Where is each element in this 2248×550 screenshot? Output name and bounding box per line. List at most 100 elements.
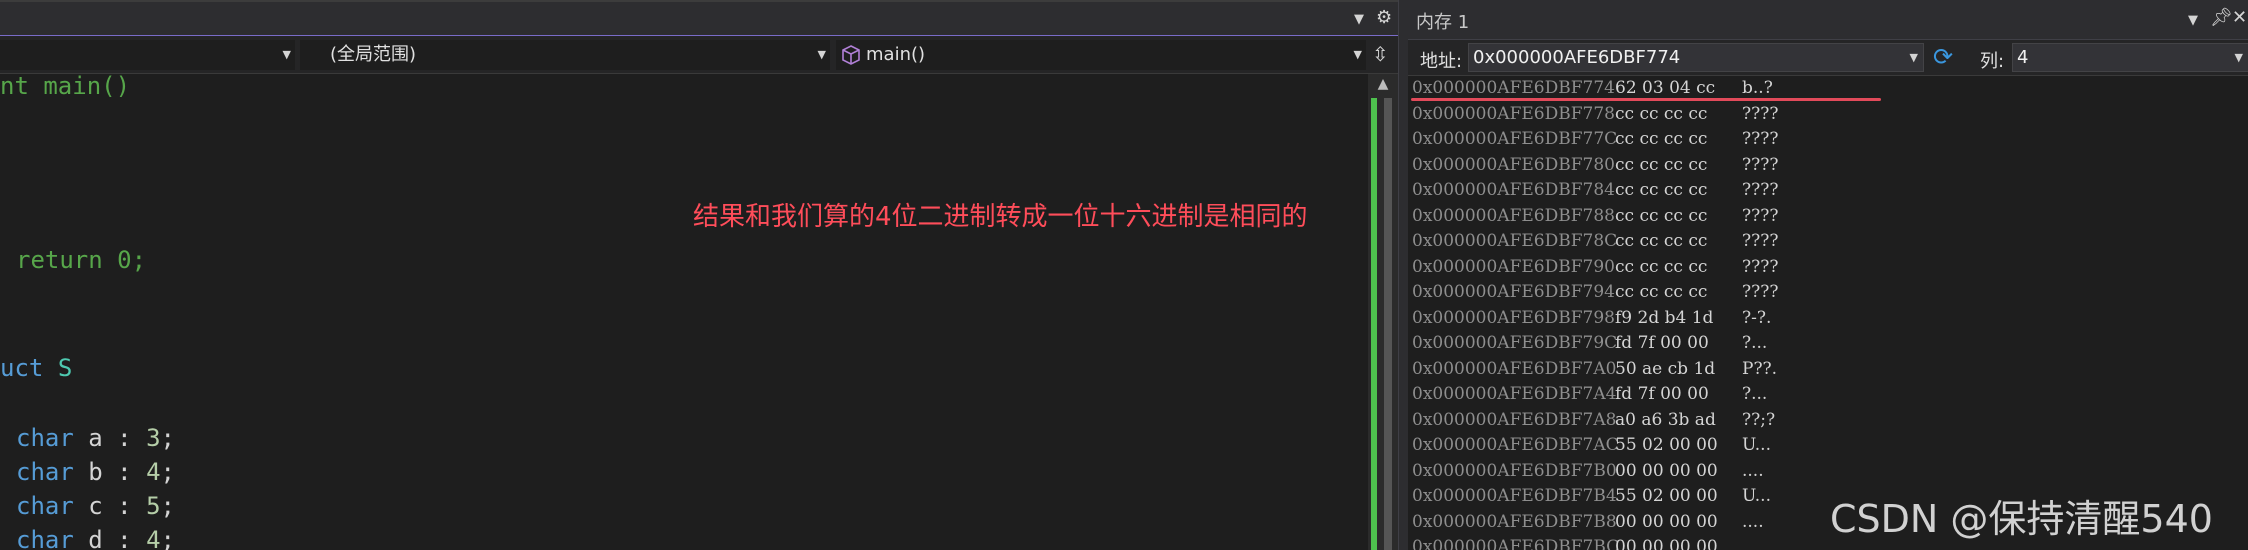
memory-bytes: 50 ae cb 1d [1615, 358, 1716, 379]
field-bits: 4 [146, 526, 161, 550]
struct-keyword: uct [0, 354, 44, 382]
code-line-main: nt main() [0, 74, 131, 100]
memory-ascii: ???? [1742, 180, 1779, 200]
memory-address: 0x000000AFE6DBF7B8 [1412, 511, 1617, 532]
memory-bytes: a0 a6 3b ad [1615, 409, 1716, 430]
memory-address: 0x000000AFE6DBF788 [1412, 205, 1615, 226]
memory-ascii: ???? [1742, 205, 1779, 226]
scope-dropdown[interactable]: (全局范围) ▼ [300, 40, 830, 70]
memory-window: 内存 1 ▼ 📌︎ ✕ 地址: 0x000000AFE6DBF774 ▼ ⟳ 列… [1408, 0, 2248, 550]
columns-label: 列: [1980, 51, 2005, 72]
memory-address: 0x000000AFE6DBF790 [1412, 256, 1615, 277]
editor-tab-bar: ▼ ⚙ [0, 0, 1398, 38]
memory-address: 0x000000AFE6DBF7AC [1412, 435, 1619, 455]
memory-ascii: ???? [1742, 154, 1779, 175]
code-line-field: char c : 5; [16, 492, 175, 520]
memory-ascii: ???? [1742, 129, 1779, 149]
code-editor-pane: ▼ ⚙ ▼ (全局范围) ▼ main() ▼ ⇳ nt main() retu… [0, 0, 1398, 550]
memory-bytes: cc cc cc cc [1615, 256, 1708, 277]
memory-bytes: f9 2d b4 1d [1615, 307, 1714, 328]
memory-rows[interactable]: 0x000000AFE6DBF774 62 03 04 cc b..? 0x00000… [1408, 76, 2248, 550]
field-type: char [16, 492, 74, 520]
field-type: char [16, 458, 74, 486]
address-combobox[interactable]: 0x000000AFE6DBF774 ▼ [1468, 43, 1924, 72]
field-name: c [88, 492, 103, 520]
memory-ascii: U... [1742, 435, 1771, 455]
watermark: CSDN @保持清醒540 [1830, 497, 2213, 541]
red-annotation-text: 结果和我们算的4位二进制转成一位十六进制是相同的 [693, 202, 1308, 232]
refresh-icon[interactable]: ⟳ [1933, 44, 1953, 70]
memory-toolbar: 地址: 0x000000AFE6DBF774 ▼ ⟳ 列: 4 ▼ [1408, 40, 2248, 76]
close-icon[interactable]: ✕ [2232, 8, 2247, 28]
memory-ascii: ???? [1742, 103, 1779, 124]
memory-bytes: cc cc cc cc [1615, 282, 1708, 302]
memory-address: 0x000000AFE6DBF77C [1412, 129, 1618, 149]
field-type: char [16, 526, 74, 550]
memory-ascii: U... [1742, 486, 1771, 506]
memory-bytes: cc cc cc cc [1615, 154, 1708, 175]
memory-ascii: ???? [1742, 282, 1779, 302]
change-tracking-bar [1371, 98, 1377, 550]
chevron-down-icon[interactable]: ▼ [1354, 10, 1364, 30]
pane-splitter[interactable] [1398, 0, 1408, 550]
address-value: 0x000000AFE6DBF774 [1473, 47, 1681, 68]
memory-address: 0x000000AFE6DBF778 [1412, 103, 1615, 124]
project-dropdown[interactable]: ▼ [0, 40, 295, 70]
field-bits: 5 [146, 492, 161, 520]
field-bits: 4 [146, 458, 161, 486]
memory-ascii: .... [1742, 511, 1764, 532]
vertical-scrollbar[interactable]: ▲ [1368, 74, 1398, 550]
chevron-down-icon[interactable]: ▼ [2188, 11, 2198, 31]
cube-icon [842, 45, 860, 65]
code-line-field: char a : 3; [16, 424, 175, 452]
memory-bytes: 00 00 00 00 [1615, 460, 1718, 481]
field-type: char [16, 424, 74, 452]
chevron-down-icon: ▼ [2234, 51, 2243, 64]
memory-title-bar: 内存 1 ▼ 📌︎ ✕ [1408, 0, 2248, 40]
code-line-field: char b : 4; [16, 458, 175, 486]
memory-ascii: ???? [1742, 256, 1779, 277]
memory-ascii: ?-?. [1742, 307, 1772, 328]
scroll-thumb[interactable] [1384, 98, 1392, 550]
navigation-bar: ▼ (全局范围) ▼ main() ▼ ⇳ [0, 36, 1398, 74]
scope-label: (全局范围) [330, 44, 417, 65]
memory-bytes: fd 7f 00 00 [1615, 333, 1709, 353]
code-line-return: return 0; [16, 246, 147, 274]
memory-address: 0x000000AFE6DBF784 [1412, 180, 1615, 200]
memory-ascii: P??. [1742, 358, 1778, 379]
memory-bytes: cc cc cc cc [1615, 129, 1708, 149]
memory-ascii: .... [1742, 460, 1764, 481]
code-line-field: char d : 4; [16, 526, 175, 550]
return-keyword: return [16, 246, 103, 274]
memory-address: 0x000000AFE6DBF7B4 [1412, 486, 1617, 506]
memory-bytes: cc cc cc cc [1615, 205, 1708, 226]
memory-bytes: 55 02 00 00 [1615, 486, 1718, 506]
memory-address: 0x000000AFE6DBF7A0 [1412, 358, 1617, 379]
pin-icon[interactable]: 📌︎ [2210, 8, 2233, 28]
field-name: b [88, 458, 103, 486]
function-label: main() [866, 44, 926, 65]
memory-address: 0x000000AFE6DBF798 [1412, 307, 1615, 328]
memory-bytes: cc cc cc cc [1615, 103, 1708, 124]
memory-address: 0x000000AFE6DBF7A8 [1412, 409, 1617, 430]
memory-address: 0x000000AFE6DBF78C [1412, 231, 1618, 251]
columns-value: 4 [2017, 47, 2029, 68]
chevron-down-icon: ▼ [1353, 48, 1362, 61]
red-underline-mark [1411, 98, 1881, 101]
return-value: 0 [117, 246, 132, 274]
memory-address: 0x000000AFE6DBF780 [1412, 154, 1615, 175]
memory-address: 0x000000AFE6DBF7A4 [1412, 384, 1617, 404]
memory-address: 0x000000AFE6DBF79C [1412, 333, 1618, 353]
columns-combobox[interactable]: 4 ▼ [2012, 43, 2248, 72]
memory-address: 0x000000AFE6DBF794 [1412, 282, 1615, 302]
gear-icon[interactable]: ⚙ [1376, 8, 1392, 28]
memory-ascii: ???? [1742, 231, 1779, 251]
chevron-down-icon: ▼ [282, 48, 291, 61]
address-label: 地址: [1420, 51, 1463, 72]
code-area[interactable]: nt main() return 0; uct S char a : 3; ch… [0, 74, 1368, 550]
field-name: d [88, 526, 103, 550]
function-dropdown[interactable]: main() ▼ [836, 40, 1366, 70]
chevron-down-icon: ▼ [817, 48, 826, 61]
split-icon[interactable]: ⇳ [1372, 44, 1389, 64]
scroll-up-arrow-icon[interactable]: ▲ [1368, 76, 1398, 92]
